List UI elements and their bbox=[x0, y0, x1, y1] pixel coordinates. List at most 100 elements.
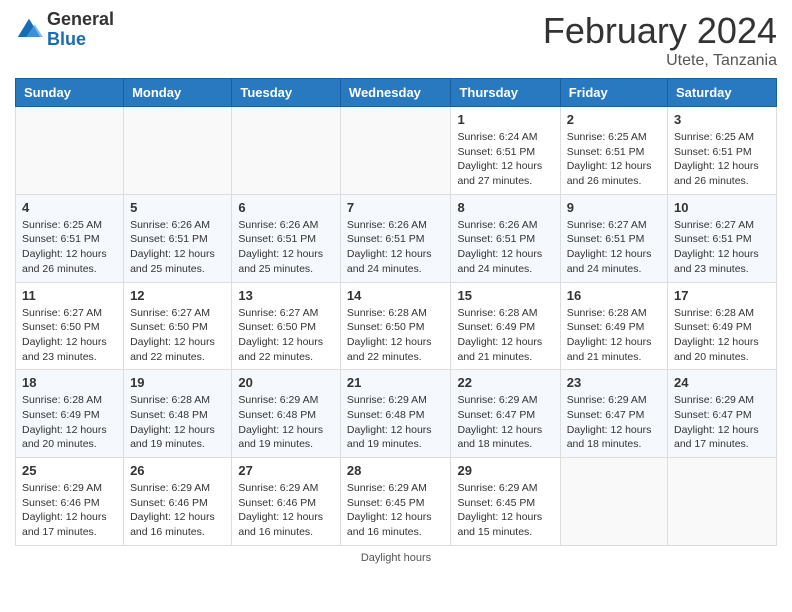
calendar-cell: 23 Sunrise: 6:29 AMSunset: 6:47 PMDayligh… bbox=[560, 370, 667, 458]
day-info: Sunrise: 6:27 AMSunset: 6:50 PMDaylight:… bbox=[22, 306, 117, 365]
day-info: Sunrise: 6:25 AMSunset: 6:51 PMDaylight:… bbox=[674, 130, 770, 189]
day-number: 28 bbox=[347, 463, 445, 478]
day-info: Sunrise: 6:25 AMSunset: 6:51 PMDaylight:… bbox=[567, 130, 661, 189]
calendar-cell: 19 Sunrise: 6:28 AMSunset: 6:48 PMDayligh… bbox=[124, 370, 232, 458]
calendar-cell: 10 Sunrise: 6:27 AMSunset: 6:51 PMDayligh… bbox=[668, 194, 777, 282]
day-number: 17 bbox=[674, 288, 770, 303]
day-info: Sunrise: 6:29 AMSunset: 6:46 PMDaylight:… bbox=[130, 481, 225, 540]
day-info: Sunrise: 6:27 AMSunset: 6:50 PMDaylight:… bbox=[238, 306, 334, 365]
day-number: 6 bbox=[238, 200, 334, 215]
day-number: 26 bbox=[130, 463, 225, 478]
calendar-cell: 11 Sunrise: 6:27 AMSunset: 6:50 PMDayligh… bbox=[16, 282, 124, 370]
day-number: 5 bbox=[130, 200, 225, 215]
day-info: Sunrise: 6:28 AMSunset: 6:50 PMDaylight:… bbox=[347, 306, 445, 365]
day-info: Sunrise: 6:27 AMSunset: 6:51 PMDaylight:… bbox=[674, 218, 770, 277]
day-info: Sunrise: 6:27 AMSunset: 6:50 PMDaylight:… bbox=[130, 306, 225, 365]
day-number: 29 bbox=[457, 463, 553, 478]
day-info: Sunrise: 6:29 AMSunset: 6:48 PMDaylight:… bbox=[238, 393, 334, 452]
calendar-cell: 12 Sunrise: 6:27 AMSunset: 6:50 PMDayligh… bbox=[124, 282, 232, 370]
calendar-week-row: 11 Sunrise: 6:27 AMSunset: 6:50 PMDayligh… bbox=[16, 282, 777, 370]
month-title: February 2024 bbox=[543, 10, 777, 52]
location-subtitle: Utete, Tanzania bbox=[543, 52, 777, 70]
calendar-cell: 29Sunrise: 6:29 AMSunset: 6:45 PMDayligh… bbox=[451, 458, 560, 546]
day-number: 15 bbox=[457, 288, 553, 303]
logo-blue: Blue bbox=[47, 30, 114, 50]
page-container: General Blue February 2024 Utete, Tanzan… bbox=[0, 0, 792, 574]
calendar-week-row: 25 Sunrise: 6:29 AMSunset: 6:46 PMDayligh… bbox=[16, 458, 777, 546]
day-info: Sunrise: 6:26 AMSunset: 6:51 PMDaylight:… bbox=[130, 218, 225, 277]
day-info: Sunrise: 6:25 AMSunset: 6:51 PMDaylight:… bbox=[22, 218, 117, 277]
footer-note: Daylight hours bbox=[15, 552, 777, 564]
day-number: 9 bbox=[567, 200, 661, 215]
header: General Blue February 2024 Utete, Tanzan… bbox=[15, 10, 777, 70]
day-number: 8 bbox=[457, 200, 553, 215]
day-info: Sunrise: 6:29 AMSunset: 6:47 PMDaylight:… bbox=[567, 393, 661, 452]
calendar-week-row: 1 Sunrise: 6:24 AMSunset: 6:51 PMDaylight… bbox=[16, 107, 777, 195]
day-info: Sunrise: 6:28 AMSunset: 6:48 PMDaylight:… bbox=[130, 393, 225, 452]
calendar-cell: 15 Sunrise: 6:28 AMSunset: 6:49 PMDayligh… bbox=[451, 282, 560, 370]
day-number: 21 bbox=[347, 375, 445, 390]
calendar-cell: 5 Sunrise: 6:26 AMSunset: 6:51 PMDaylight… bbox=[124, 194, 232, 282]
calendar-cell: 8 Sunrise: 6:26 AMSunset: 6:51 PMDaylight… bbox=[451, 194, 560, 282]
day-number: 19 bbox=[130, 375, 225, 390]
day-number: 18 bbox=[22, 375, 117, 390]
day-info: Sunrise: 6:28 AMSunset: 6:49 PMDaylight:… bbox=[674, 306, 770, 365]
day-number: 25 bbox=[22, 463, 117, 478]
calendar-cell: 26 Sunrise: 6:29 AMSunset: 6:46 PMDayligh… bbox=[124, 458, 232, 546]
calendar-cell: 28 Sunrise: 6:29 AMSunset: 6:45 PMDayligh… bbox=[340, 458, 451, 546]
day-info: Sunrise: 6:29 AMSunset: 6:45 PMDaylight:… bbox=[347, 481, 445, 540]
calendar-header-row: SundayMondayTuesdayWednesdayThursdayFrid… bbox=[16, 79, 777, 107]
calendar-cell bbox=[16, 107, 124, 195]
calendar-cell: 21 Sunrise: 6:29 AMSunset: 6:48 PMDayligh… bbox=[340, 370, 451, 458]
day-info: Sunrise: 6:29 AMSunset: 6:46 PMDaylight:… bbox=[238, 481, 334, 540]
calendar-cell: 14 Sunrise: 6:28 AMSunset: 6:50 PMDayligh… bbox=[340, 282, 451, 370]
calendar-cell: 2Sunrise: 6:25 AMSunset: 6:51 PMDaylight… bbox=[560, 107, 667, 195]
calendar-cell: 1 Sunrise: 6:24 AMSunset: 6:51 PMDaylight… bbox=[451, 107, 560, 195]
calendar-cell: 9 Sunrise: 6:27 AMSunset: 6:51 PMDaylight… bbox=[560, 194, 667, 282]
day-number: 10 bbox=[674, 200, 770, 215]
logo-text: General Blue bbox=[47, 10, 114, 50]
day-number: 23 bbox=[567, 375, 661, 390]
calendar-cell: 3Sunrise: 6:25 AMSunset: 6:51 PMDaylight… bbox=[668, 107, 777, 195]
day-info: Sunrise: 6:24 AMSunset: 6:51 PMDaylight:… bbox=[457, 130, 553, 189]
day-info: Sunrise: 6:29 AMSunset: 6:47 PMDaylight:… bbox=[457, 393, 553, 452]
calendar-cell: 7 Sunrise: 6:26 AMSunset: 6:51 PMDaylight… bbox=[340, 194, 451, 282]
calendar-cell: 20 Sunrise: 6:29 AMSunset: 6:48 PMDayligh… bbox=[232, 370, 341, 458]
day-number: 7 bbox=[347, 200, 445, 215]
calendar-cell: 6Sunrise: 6:26 AMSunset: 6:51 PMDaylight… bbox=[232, 194, 341, 282]
calendar-cell bbox=[124, 107, 232, 195]
calendar-day-header: Thursday bbox=[451, 79, 560, 107]
calendar-cell bbox=[560, 458, 667, 546]
day-info: Sunrise: 6:26 AMSunset: 6:51 PMDaylight:… bbox=[347, 218, 445, 277]
calendar-day-header: Wednesday bbox=[340, 79, 451, 107]
logo: General Blue bbox=[15, 10, 114, 50]
day-number: 12 bbox=[130, 288, 225, 303]
calendar-cell: 17 Sunrise: 6:28 AMSunset: 6:49 PMDayligh… bbox=[668, 282, 777, 370]
calendar-day-header: Sunday bbox=[16, 79, 124, 107]
day-number: 1 bbox=[457, 112, 553, 127]
day-number: 14 bbox=[347, 288, 445, 303]
daylight-label: Daylight hours bbox=[361, 552, 431, 564]
calendar-cell: 25Sunrise: 6:29 AMSunset: 6:46 PMDayligh… bbox=[16, 458, 124, 546]
day-info: Sunrise: 6:28 AMSunset: 6:49 PMDaylight:… bbox=[567, 306, 661, 365]
day-number: 20 bbox=[238, 375, 334, 390]
day-number: 4 bbox=[22, 200, 117, 215]
day-info: Sunrise: 6:28 AMSunset: 6:49 PMDaylight:… bbox=[457, 306, 553, 365]
calendar-table: SundayMondayTuesdayWednesdayThursdayFrid… bbox=[15, 78, 777, 546]
title-section: February 2024 Utete, Tanzania bbox=[543, 10, 777, 70]
calendar-week-row: 18Sunrise: 6:28 AMSunset: 6:49 PMDayligh… bbox=[16, 370, 777, 458]
day-number: 27 bbox=[238, 463, 334, 478]
logo-general: General bbox=[47, 10, 114, 30]
calendar-cell: 18Sunrise: 6:28 AMSunset: 6:49 PMDayligh… bbox=[16, 370, 124, 458]
day-number: 11 bbox=[22, 288, 117, 303]
calendar-cell: 16Sunrise: 6:28 AMSunset: 6:49 PMDayligh… bbox=[560, 282, 667, 370]
calendar-cell: 27 Sunrise: 6:29 AMSunset: 6:46 PMDayligh… bbox=[232, 458, 341, 546]
day-info: Sunrise: 6:29 AMSunset: 6:47 PMDaylight:… bbox=[674, 393, 770, 452]
calendar-day-header: Saturday bbox=[668, 79, 777, 107]
day-info: Sunrise: 6:29 AMSunset: 6:48 PMDaylight:… bbox=[347, 393, 445, 452]
day-info: Sunrise: 6:27 AMSunset: 6:51 PMDaylight:… bbox=[567, 218, 661, 277]
day-info: Sunrise: 6:26 AMSunset: 6:51 PMDaylight:… bbox=[457, 218, 553, 277]
calendar-cell bbox=[340, 107, 451, 195]
day-number: 22 bbox=[457, 375, 553, 390]
calendar-cell: 4 Sunrise: 6:25 AMSunset: 6:51 PMDaylight… bbox=[16, 194, 124, 282]
